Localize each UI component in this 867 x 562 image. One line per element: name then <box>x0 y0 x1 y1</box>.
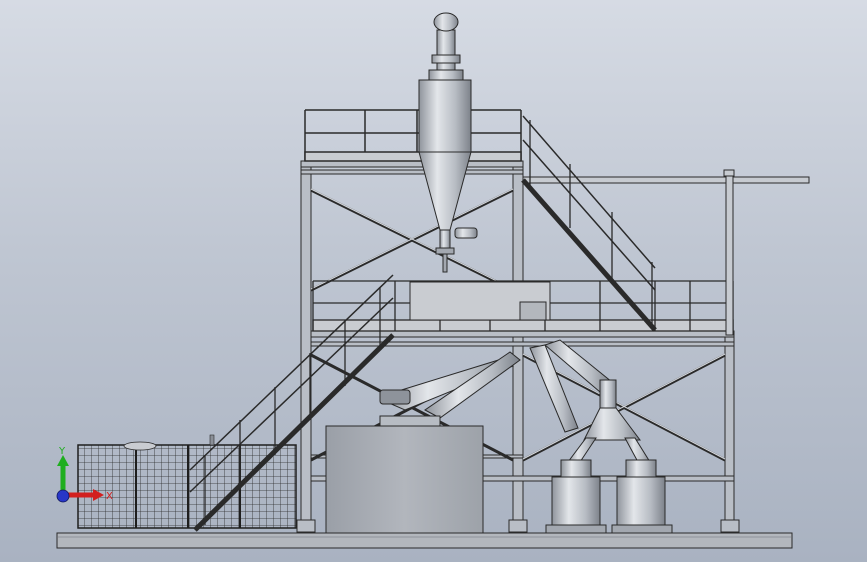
y-axis-label: Y <box>58 446 66 457</box>
upper-platform-handrail <box>304 109 522 162</box>
cad-viewport[interactable]: Y X <box>0 0 867 562</box>
inclined-conveyor <box>379 351 521 419</box>
duct-manifold <box>529 339 651 463</box>
base-skid <box>56 532 793 549</box>
equipment-enclosure <box>325 415 484 534</box>
x-axis-label: X <box>106 491 113 502</box>
pipe-rack <box>522 169 810 336</box>
mid-deck-hopper <box>409 281 551 321</box>
filter-canisters <box>545 459 673 534</box>
z-axis-origin <box>56 489 70 503</box>
mesh-guard-enclosure <box>77 434 297 529</box>
